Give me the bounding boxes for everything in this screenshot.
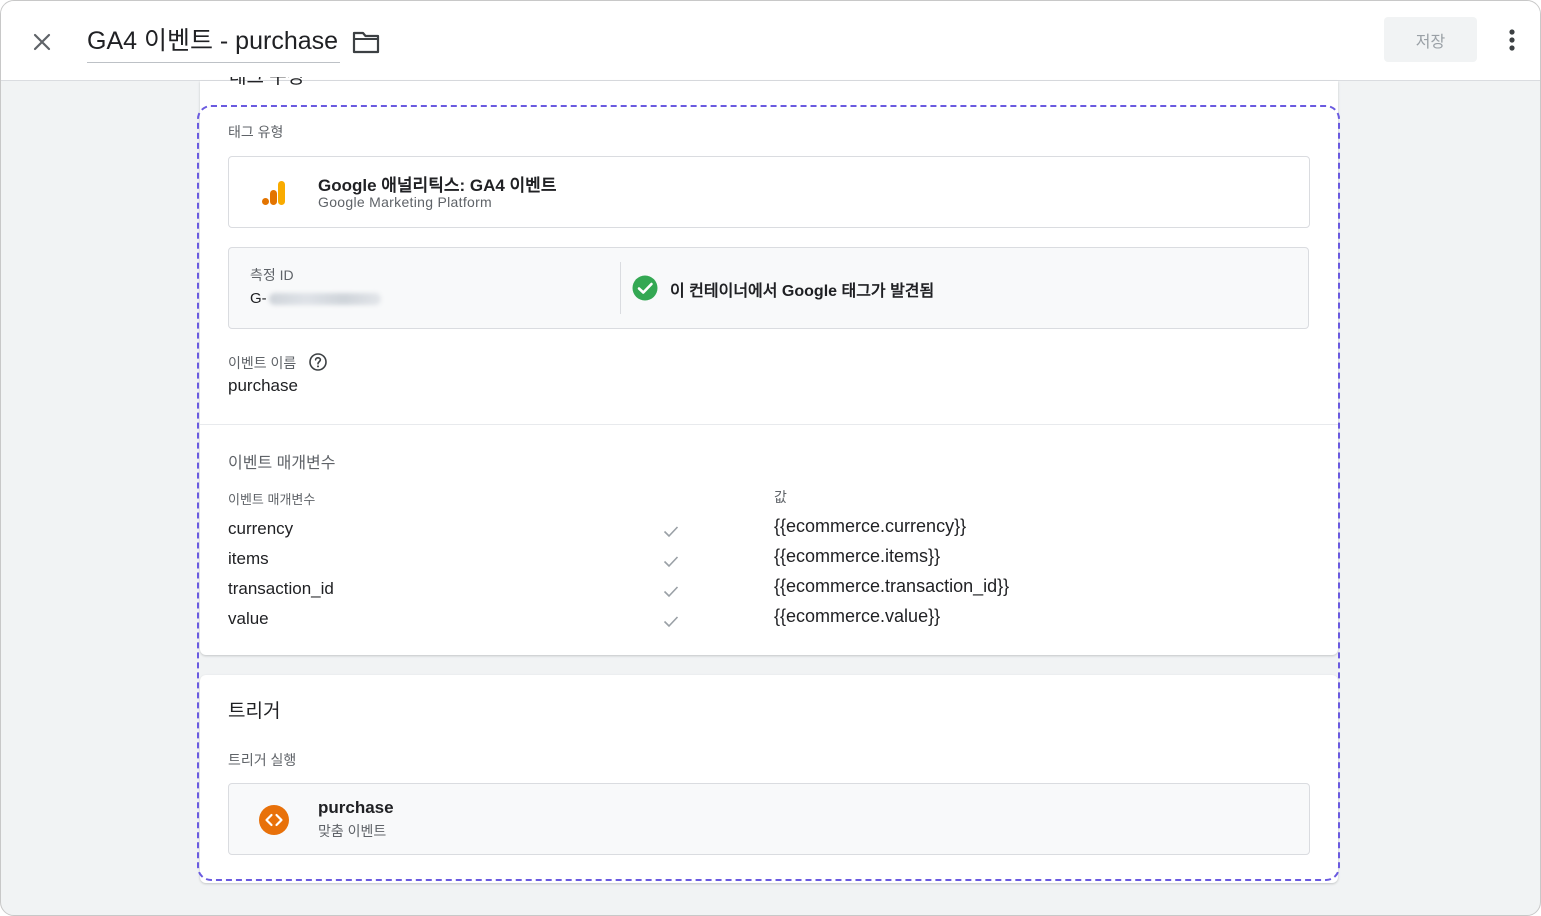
top-bar: GA4 이벤트 - purchase 저장 bbox=[1, 1, 1540, 81]
measurement-id-value: G- bbox=[250, 290, 381, 307]
tag-config-card: 태그 구성 태그 유형 Google 애널리틱스: GA4 이벤트 Google… bbox=[200, 77, 1338, 655]
measurement-id-box: 측정 ID G- 이 컨테이너에서 Google 태그가 발견됨 bbox=[228, 247, 1309, 329]
folder-icon bbox=[352, 31, 380, 54]
param-value: {{ecommerce.value}} bbox=[774, 606, 941, 626]
param-value: {{ecommerce.transaction_id}} bbox=[774, 576, 1010, 596]
check-circle-icon bbox=[632, 275, 658, 301]
check-icon bbox=[663, 616, 679, 628]
table-row: value {{ecommerce.value}} bbox=[200, 606, 1338, 639]
event-params-heading: 이벤트 매개변수 bbox=[228, 455, 336, 472]
param-name: value bbox=[228, 609, 269, 628]
param-value: {{ecommerce.items}} bbox=[774, 546, 941, 566]
event-name-label: 이벤트 이름 bbox=[228, 355, 297, 371]
close-button[interactable] bbox=[27, 27, 57, 57]
table-row: items {{ecommerce.items}} bbox=[200, 546, 1338, 579]
tag-config-heading: 태그 구성 bbox=[229, 77, 304, 87]
tag-config-heading-text: 태그 구성 bbox=[229, 77, 304, 87]
section-divider bbox=[200, 424, 1338, 425]
folder-button[interactable] bbox=[351, 28, 381, 56]
check-icon bbox=[663, 586, 679, 598]
measurement-id-label: 측정 ID bbox=[250, 267, 294, 283]
app-window: GA4 이벤트 - purchase 저장 태그 구성 태그 유형 bbox=[0, 0, 1541, 916]
tag-type-title: Google 애널리틱스: GA4 이벤트 bbox=[318, 176, 557, 195]
help-icon[interactable] bbox=[308, 352, 328, 372]
param-name: items bbox=[228, 549, 269, 568]
redacted-id bbox=[268, 293, 381, 306]
tag-type-label: 태그 유형 bbox=[228, 124, 284, 140]
custom-event-icon bbox=[259, 805, 289, 835]
google-analytics-icon bbox=[262, 181, 285, 205]
param-name: currency bbox=[228, 519, 294, 538]
google-tag-status: 이 컨테이너에서 Google 태그가 발견됨 bbox=[670, 283, 935, 300]
table-row: transaction_id {{ecommerce.transaction_i… bbox=[200, 576, 1338, 609]
check-icon bbox=[663, 556, 679, 568]
more-options-button[interactable] bbox=[1497, 25, 1527, 55]
measurement-divider bbox=[620, 262, 621, 314]
close-icon bbox=[33, 33, 51, 51]
trigger-card: 트리거 트리거 실행 purchase 맞춤 이벤트 bbox=[200, 675, 1338, 883]
event-name-value: purchase bbox=[228, 376, 298, 395]
param-name: transaction_id bbox=[228, 579, 334, 598]
more-vert-icon bbox=[1509, 29, 1515, 51]
param-value: {{ecommerce.currency}} bbox=[774, 516, 967, 536]
trigger-name: purchase bbox=[318, 798, 394, 817]
trigger-type: 맞춤 이벤트 bbox=[318, 823, 387, 839]
check-icon bbox=[663, 526, 679, 538]
trigger-fire-label: 트리거 실행 bbox=[228, 752, 297, 768]
trigger-item[interactable]: purchase 맞춤 이벤트 bbox=[228, 783, 1310, 855]
tag-type-subtitle: Google Marketing Platform bbox=[318, 194, 493, 210]
param-column-header: 이벤트 매개변수 bbox=[228, 492, 316, 507]
measurement-id-prefix: G- bbox=[250, 290, 267, 307]
table-row: currency {{ecommerce.currency}} bbox=[200, 516, 1338, 549]
value-column-header: 값 bbox=[774, 489, 787, 505]
trigger-heading: 트리거 bbox=[228, 701, 281, 722]
save-button[interactable]: 저장 bbox=[1384, 17, 1477, 62]
tag-type-selector[interactable]: Google 애널리틱스: GA4 이벤트 Google Marketing P… bbox=[228, 156, 1310, 228]
page-title[interactable]: GA4 이벤트 - purchase bbox=[87, 23, 341, 63]
